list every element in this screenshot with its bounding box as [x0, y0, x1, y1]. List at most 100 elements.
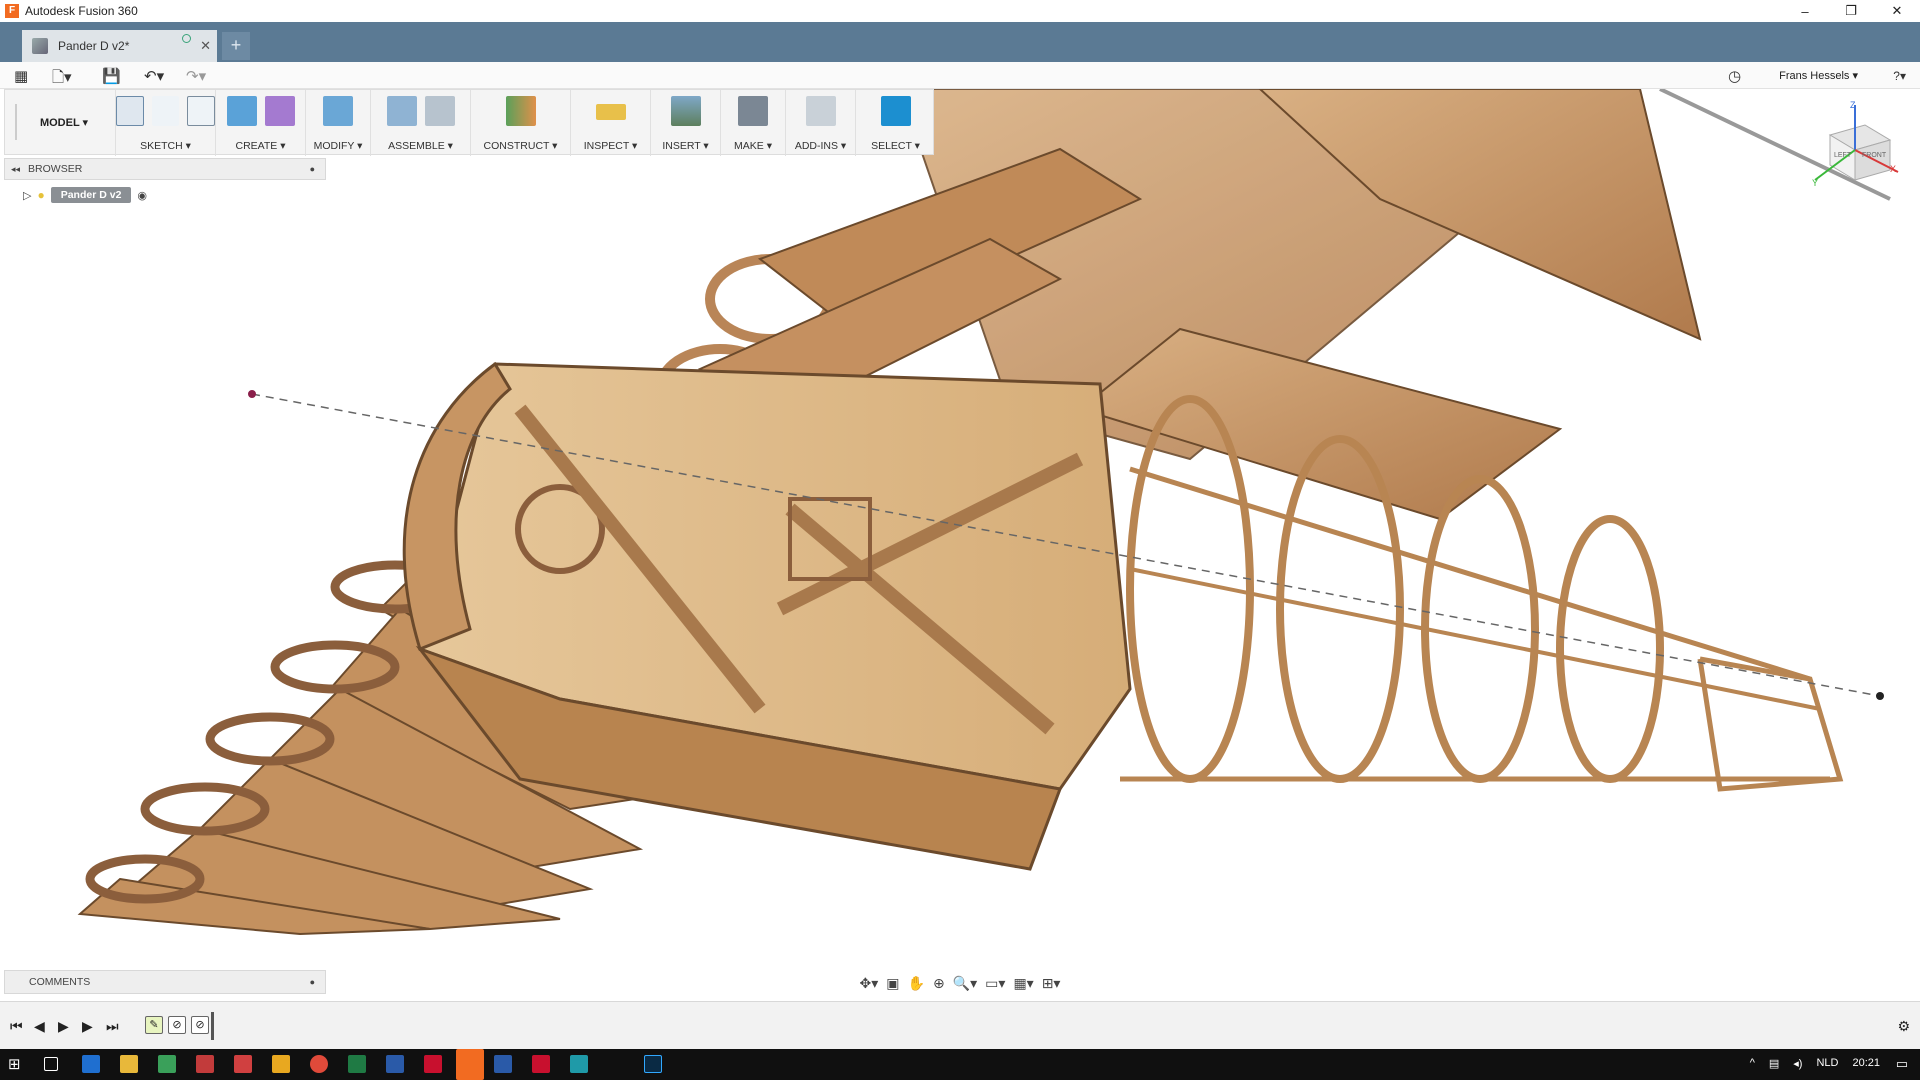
viewcube[interactable]: LEFT FRONT Z X Y — [1810, 100, 1900, 190]
redo-icon[interactable]: ↷▾ — [186, 67, 206, 85]
modify-group[interactable]: MODIFY ▾ — [305, 90, 370, 156]
tray-volume-icon[interactable]: ◂) — [1793, 1057, 1802, 1070]
data-panel-grid-icon[interactable]: ▦ — [14, 67, 28, 85]
assemble-menu[interactable]: ASSEMBLE ▾ — [371, 140, 470, 152]
acrobat-icon[interactable] — [532, 1055, 550, 1073]
taskbar-app-icon[interactable] — [272, 1055, 290, 1073]
activate-radio-icon[interactable]: ◉ — [137, 189, 147, 202]
language-indicator[interactable]: NLD — [1816, 1057, 1838, 1070]
taskbar-app-icon[interactable] — [494, 1055, 512, 1073]
step-back-icon[interactable]: ◀ — [34, 1018, 45, 1035]
new-tab-button[interactable]: + — [222, 32, 250, 60]
inspect-group[interactable]: INSPECT ▾ — [570, 90, 650, 156]
viewports-icon[interactable]: ⊞▾ — [1042, 975, 1061, 992]
play-icon[interactable]: ▶ — [58, 1018, 69, 1035]
taskbar-app-icon[interactable] — [234, 1055, 252, 1073]
photoshop-icon[interactable] — [644, 1055, 662, 1073]
assemble-group[interactable]: ASSEMBLE ▾ — [370, 90, 470, 156]
measure-icon[interactable] — [595, 104, 626, 120]
offset-plane-icon[interactable] — [505, 96, 536, 126]
press-pull-icon[interactable] — [323, 96, 353, 126]
select-group[interactable]: SELECT ▾ — [855, 90, 935, 156]
close-window-button[interactable]: ✕ — [1874, 0, 1920, 22]
construct-menu[interactable]: CONSTRUCT ▾ — [471, 140, 570, 152]
form-icon[interactable] — [264, 96, 295, 126]
excel-icon[interactable] — [348, 1055, 366, 1073]
taskbar-app-icon[interactable] — [196, 1055, 214, 1073]
tray-network-icon[interactable]: ▤ — [1769, 1057, 1779, 1070]
scripts-addins-icon[interactable] — [805, 96, 836, 126]
construct-group[interactable]: CONSTRUCT ▾ — [470, 90, 570, 156]
joint-icon[interactable] — [424, 96, 455, 126]
go-to-end-icon[interactable]: ⏭ — [106, 1018, 119, 1035]
zoom-icon[interactable]: ⊕ — [933, 975, 945, 992]
taskbar-app-icon[interactable] — [158, 1055, 176, 1073]
addins-group[interactable]: ADD-INS ▾ — [785, 90, 855, 156]
viewcube-front-face[interactable]: FRONT — [1862, 152, 1886, 159]
browser-panel-header[interactable]: ◂◂ BROWSER ● ▷ ● Pander D v2 ◉ — [4, 158, 326, 203]
display-settings-icon[interactable]: ▭▾ — [985, 975, 1005, 992]
close-tab-icon[interactable]: ✕ — [200, 38, 211, 54]
timeline-marker[interactable] — [211, 1012, 214, 1040]
browser-pin-icon[interactable]: ● — [310, 164, 315, 174]
canvas-viewport[interactable] — [0, 89, 1920, 1001]
select-menu[interactable]: SELECT ▾ — [856, 140, 935, 152]
pan-icon[interactable]: ✋ — [908, 975, 925, 992]
modify-menu[interactable]: MODIFY ▾ — [306, 140, 370, 152]
edge-icon[interactable] — [82, 1055, 100, 1073]
clock[interactable]: 20:21 — [1852, 1057, 1880, 1070]
rectangle-icon[interactable] — [187, 96, 215, 126]
user-account-menu[interactable]: Frans Hessels ▾ — [1779, 69, 1858, 82]
addins-menu[interactable]: ADD-INS ▾ — [786, 140, 855, 152]
make-menu[interactable]: MAKE ▾ — [721, 140, 785, 152]
job-status-clock-icon[interactable]: ◷ — [1728, 67, 1741, 85]
timeline-feature[interactable]: ⊘ — [191, 1016, 209, 1034]
expand-node-icon[interactable]: ▷ — [23, 189, 31, 202]
taskbar-app-icon[interactable] — [424, 1055, 442, 1073]
timeline-settings-gear-icon[interactable]: ⚙ — [1897, 1018, 1910, 1035]
extrude-icon[interactable] — [226, 96, 257, 126]
insert-menu[interactable]: INSERT ▾ — [651, 140, 720, 152]
comments-panel[interactable]: COMMENTS ● — [4, 970, 326, 994]
start-button[interactable]: ⊞ — [8, 1055, 26, 1073]
tray-chevron-icon[interactable]: ^ — [1750, 1057, 1755, 1070]
step-forward-icon[interactable]: ▶ — [82, 1018, 93, 1035]
task-view-icon[interactable] — [44, 1057, 58, 1071]
visibility-bulb-icon[interactable]: ● — [37, 188, 44, 202]
make-group[interactable]: MAKE ▾ — [720, 90, 785, 156]
go-to-start-icon[interactable]: ⏮ — [10, 1018, 23, 1035]
fit-icon[interactable]: 🔍▾ — [953, 975, 977, 992]
sketch-group[interactable]: SKETCH ▾ — [115, 90, 215, 156]
collapse-panel-icon[interactable]: ◂◂ — [11, 164, 20, 175]
orbit-icon[interactable]: ✥▾ — [860, 975, 879, 992]
save-icon[interactable]: 💾 — [102, 67, 121, 85]
look-at-icon[interactable]: ▣ — [886, 975, 899, 992]
3d-print-icon[interactable] — [738, 96, 768, 126]
create-sketch-icon[interactable] — [116, 96, 144, 126]
grid-settings-icon[interactable]: ▦▾ — [1013, 975, 1033, 992]
create-menu[interactable]: CREATE ▾ — [216, 140, 305, 152]
help-menu[interactable]: ?▾ — [1893, 69, 1906, 83]
file-explorer-icon[interactable] — [120, 1055, 138, 1073]
new-component-icon[interactable] — [386, 96, 417, 126]
restore-button[interactable]: ❐ — [1828, 0, 1874, 22]
notifications-icon[interactable]: ▭ — [1896, 1056, 1908, 1072]
spline-icon[interactable] — [151, 96, 180, 126]
fusion-taskbar-icon[interactable] — [456, 1049, 484, 1080]
workspace-switcher[interactable]: MODEL ▾ — [15, 104, 111, 140]
timeline-sketch-feature[interactable]: ✎ — [145, 1016, 163, 1034]
comments-add-icon[interactable]: ● — [310, 977, 315, 987]
minimize-button[interactable]: – — [1782, 0, 1828, 22]
timeline-feature[interactable]: ⊘ — [168, 1016, 186, 1034]
taskbar-app-icon[interactable] — [570, 1055, 588, 1073]
insert-group[interactable]: INSERT ▾ — [650, 90, 720, 156]
inspect-menu[interactable]: INSPECT ▾ — [571, 140, 650, 152]
word-icon[interactable] — [386, 1055, 404, 1073]
create-group[interactable]: CREATE ▾ — [215, 90, 305, 156]
undo-icon[interactable]: ↶▾ — [144, 67, 164, 85]
insert-image-icon[interactable] — [670, 96, 701, 126]
root-component-node[interactable]: Pander D v2 — [50, 187, 132, 203]
sketch-menu[interactable]: SKETCH ▾ — [116, 140, 215, 152]
chrome-icon[interactable] — [310, 1055, 328, 1073]
select-cursor-icon[interactable] — [880, 96, 911, 126]
